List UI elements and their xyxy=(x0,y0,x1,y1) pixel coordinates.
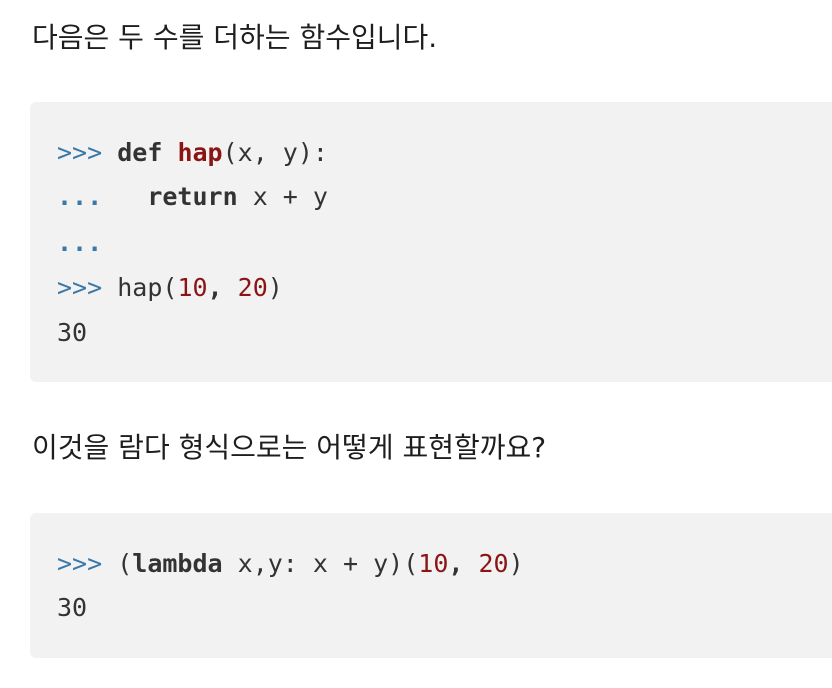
arg-number: 20 xyxy=(237,273,268,302)
prompt: >>> xyxy=(57,273,103,302)
keyword-return: return xyxy=(147,182,238,211)
intro-paragraph: 다음은 두 수를 더하는 함수입니다. xyxy=(32,21,438,54)
keyword-lambda: lambda xyxy=(132,549,223,578)
call-close: ) xyxy=(508,549,524,578)
function-name: hap xyxy=(177,138,223,167)
code-output: 30 xyxy=(57,593,88,622)
params: (x, y): xyxy=(222,138,328,167)
arg-separator: , xyxy=(207,273,238,302)
code-line-continuation: ... xyxy=(57,226,102,260)
code-output: 30 xyxy=(57,318,88,347)
question-paragraph: 이것을 람다 형식으로는 어떻게 표현할까요? xyxy=(32,431,547,464)
prompt: >>> xyxy=(57,549,103,578)
call-close: ) xyxy=(267,273,283,302)
continuation-prompt: ... xyxy=(57,228,103,257)
arg-number: 20 xyxy=(478,549,509,578)
code-block-function-def: >>> def hap(x, y): ... return x + y ... … xyxy=(30,102,832,382)
lambda-body: x,y: x + y)( xyxy=(237,549,419,578)
code-line-return: ... return x + y xyxy=(57,180,328,214)
code-line-lambda: >>> (lambda x,y: x + y)(10, 20) xyxy=(57,547,524,581)
open-paren: ( xyxy=(117,549,133,578)
keyword-def: def xyxy=(117,138,163,167)
arg-number: 10 xyxy=(418,549,449,578)
call-name: hap( xyxy=(117,273,178,302)
code-line-def: >>> def hap(x, y): xyxy=(57,136,328,170)
arg-number: 10 xyxy=(177,273,208,302)
continuation-prompt: ... xyxy=(57,182,103,211)
prompt: >>> xyxy=(57,138,103,167)
return-expression: x + y xyxy=(252,182,328,211)
code-block-lambda: >>> (lambda x,y: x + y)(10, 20) 30 xyxy=(30,513,832,658)
code-line-call: >>> hap(10, 20) xyxy=(57,271,283,305)
arg-separator: , xyxy=(448,549,479,578)
